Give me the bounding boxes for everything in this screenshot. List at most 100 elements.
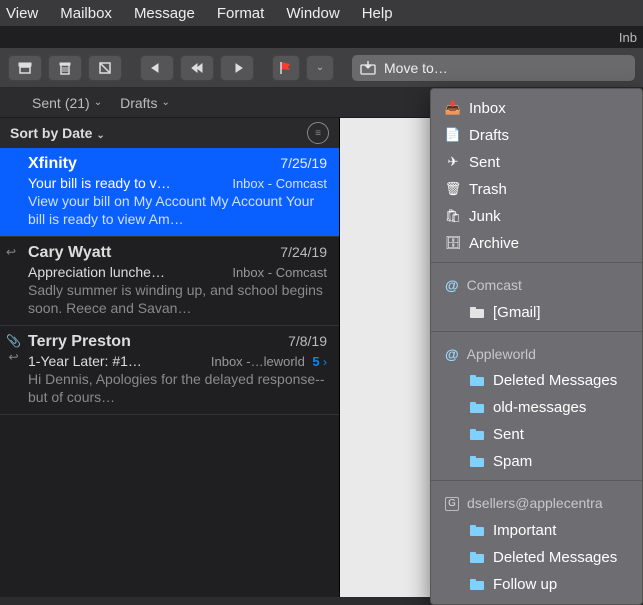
flag-menu-button[interactable]: ⌄ [306, 55, 334, 81]
reply-icon [149, 60, 165, 76]
chevron-down-icon: ⌄ [96, 130, 104, 141]
google-icon: G [445, 497, 459, 511]
reply-all-icon [189, 60, 205, 76]
dropdown-item-label: Junk [469, 206, 501, 227]
delete-button[interactable] [48, 55, 82, 81]
dropdown-separator [431, 262, 642, 263]
chevron-right-icon: › [320, 355, 327, 369]
favorite-sent-label: Sent [32, 95, 61, 111]
folder-icon [469, 305, 485, 319]
dropdown-item-label: Inbox [469, 98, 506, 119]
dropdown-separator [431, 480, 642, 481]
flag-button[interactable] [272, 55, 300, 81]
message-subject: Appreciation lunche… [28, 264, 165, 280]
dropdown-item-label: old-messages [493, 397, 586, 418]
message-sender: Cary Wyatt [28, 244, 111, 262]
message-date: 7/25/19 [280, 155, 327, 171]
dropdown-item-label: Archive [469, 233, 519, 254]
menu-window[interactable]: Window [286, 5, 339, 22]
reply-all-button[interactable] [180, 55, 214, 81]
dropdown-item-label: Sent [493, 424, 524, 445]
dropdown-item-label: Follow up [493, 574, 557, 595]
favorite-drafts[interactable]: Drafts ⌄ [120, 95, 170, 111]
sent-icon: ✈ [445, 156, 461, 170]
dropdown-item-junk[interactable]: 🛍 Junk [431, 203, 642, 230]
message-indicators: ↩ [6, 245, 16, 259]
sort-button[interactable]: Sort by Date ⌄ [10, 125, 105, 141]
dropdown-item[interactable]: Important [431, 517, 642, 544]
junk-button[interactable] [88, 55, 122, 81]
message-mailbox: Inbox - Comcast [232, 265, 327, 280]
chevron-down-icon: ⌄ [94, 97, 102, 108]
menu-view[interactable]: View [6, 5, 38, 22]
dropdown-item[interactable]: old-messages [431, 394, 642, 421]
dropdown-section-label: dsellers@applecentra [467, 494, 603, 514]
window-titlebar: Inb [0, 26, 643, 48]
dropdown-item-label: Deleted Messages [493, 370, 617, 391]
forward-icon [229, 60, 245, 76]
toolbar: ⌄ Move to… [0, 48, 643, 88]
dropdown-item-trash[interactable]: 🗑 Trash [431, 176, 642, 203]
folder-icon [469, 374, 485, 388]
dropdown-item-label: Spam [493, 451, 532, 472]
folder-icon [469, 401, 485, 415]
message-mailbox: Inbox - Comcast [232, 176, 327, 191]
menu-help[interactable]: Help [362, 5, 393, 22]
dropdown-item-label: Important [493, 520, 556, 541]
forward-button[interactable] [220, 55, 254, 81]
message-mailbox: Inbox -…leworld 5 › [211, 354, 327, 369]
filter-icon: ≡ [315, 128, 321, 139]
message-list: Xfinity7/25/19Your bill is ready to v…In… [0, 148, 339, 597]
trash-icon: 🗑 [445, 183, 461, 197]
message-row[interactable]: Xfinity7/25/19Your bill is ready to v…In… [0, 148, 339, 237]
dropdown-item[interactable]: Deleted Messages [431, 367, 642, 394]
message-indicators: 📎↩ [6, 334, 21, 364]
menu-format[interactable]: Format [217, 5, 265, 22]
replied-icon: ↩ [6, 245, 16, 259]
dropdown-item-drafts[interactable]: 📄Drafts [431, 122, 642, 149]
archive-button[interactable] [8, 55, 42, 81]
move-to-icon [360, 61, 376, 75]
message-subject: 1-Year Later: #1… [28, 353, 142, 369]
reply-button[interactable] [140, 55, 174, 81]
dropdown-item-inbox[interactable]: 📥 Inbox [431, 95, 642, 122]
message-snippet: View your bill on My Account My Account … [28, 193, 327, 228]
replied-icon: ↩ [8, 350, 18, 364]
message-row[interactable]: ↩ Cary Wyatt 7/24/19 Appreciation lunche… In… [0, 237, 339, 326]
menu-mailbox[interactable]: Mailbox [60, 5, 112, 22]
junk-icon: 🛍 [445, 210, 461, 224]
attachment-icon: 📎 [6, 334, 21, 348]
chevron-down-icon: ⌄ [161, 97, 169, 108]
dropdown-item[interactable]: Spam [431, 448, 642, 475]
dropdown-section-label: Appleworld [467, 345, 536, 365]
dropdown-item[interactable]: Follow up [431, 571, 642, 598]
dropdown-item-archive[interactable]: 🗄Archive [431, 230, 642, 257]
favorite-sent[interactable]: Sent (21) ⌄ [32, 95, 102, 111]
dropdown-section-header: @ Appleworld [431, 337, 642, 368]
dropdown-item-label: Trash [469, 179, 507, 200]
dropdown-item-sent[interactable]: ✈Sent [431, 149, 642, 176]
move-to-dropdown: 📥Inbox📄Drafts✈Sent🗑Trash🛍Junk🗄Archive@Co… [430, 88, 643, 605]
message-row[interactable]: 📎↩Terry Preston7/8/191-Year Later: #1…In… [0, 326, 339, 415]
message-list-pane: Sort by Date ⌄ ≡ Xfinity7/25/19Your bill… [0, 118, 340, 597]
folder-icon [469, 550, 485, 564]
dropdown-item[interactable]: Sent [431, 421, 642, 448]
message-sender: Xfinity [28, 155, 77, 173]
favorite-drafts-label: Drafts [120, 95, 157, 111]
drafts-icon: 📄 [445, 129, 461, 143]
thread-count: 5 [309, 354, 320, 369]
dropdown-item[interactable]: [Gmail] [431, 299, 642, 326]
inbox-icon: 📥 [445, 102, 461, 116]
folder-icon [469, 523, 485, 537]
chevron-down-icon: ⌄ [316, 62, 324, 73]
archive-icon [17, 60, 33, 76]
dropdown-separator [431, 331, 642, 332]
dropdown-item[interactable]: Deleted Messages [431, 544, 642, 571]
menu-message[interactable]: Message [134, 5, 195, 22]
move-to-button[interactable]: Move to… [352, 55, 635, 81]
favorite-sent-count: (21) [65, 95, 90, 111]
junk-icon [97, 60, 113, 76]
filter-button[interactable]: ≡ [307, 122, 329, 144]
account-icon: @ [445, 345, 459, 365]
message-date: 7/24/19 [280, 244, 327, 260]
